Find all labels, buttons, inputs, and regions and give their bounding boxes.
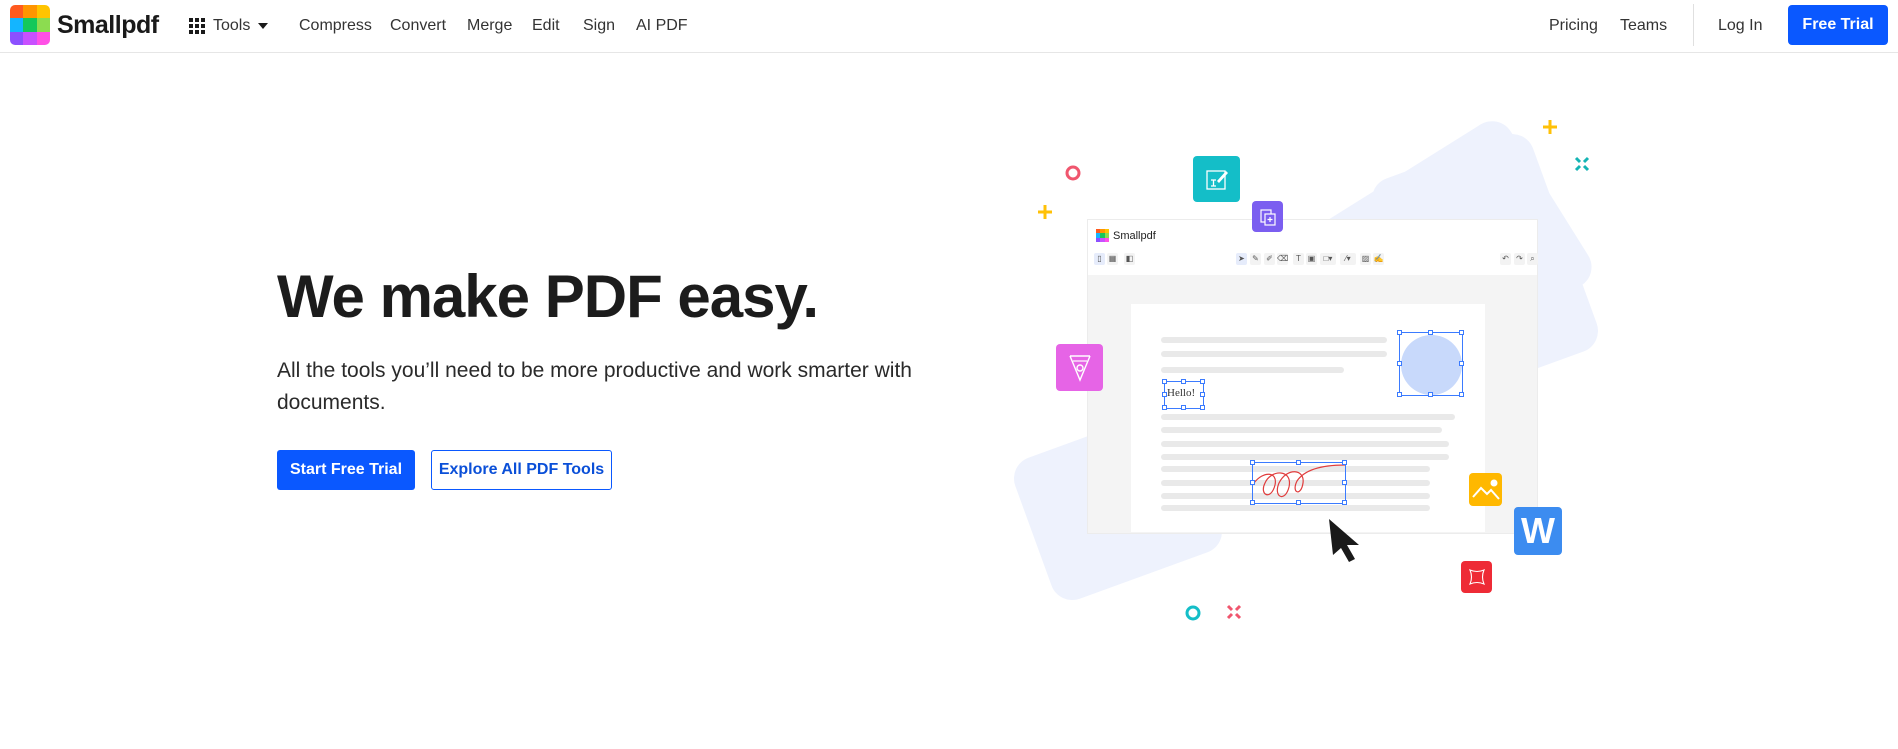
undo-icon: ↶ [1500,253,1511,265]
edit-pdf-icon [1193,156,1240,202]
hero-subtitle: All the tools you’ll need to be more pro… [277,359,912,414]
nav-link-compress[interactable]: Compress [299,0,372,52]
window-title: Smallpdf [1113,229,1156,242]
circle-decoration-icon [1065,165,1081,181]
select-tool-icon: ➤ [1236,253,1247,265]
logo-tile [36,18,50,32]
line-tool-icon: ⁄▾ [1340,253,1356,265]
resize-handle[interactable] [1250,460,1255,465]
nav-divider [1693,4,1694,46]
sign-pen-icon [1056,344,1103,391]
merge-pdf-icon [1252,201,1283,232]
editor-toolbar: ▯ ▦ ◧ ➤ ✎ ✐ ⌫ T ▣ □▾ ⁄▾ ▨ ✍ ↶ ↷ ⌕ [1088,253,1538,267]
plus-decoration-icon [1543,120,1557,134]
resize-handle[interactable] [1162,379,1167,384]
nav-link-edit[interactable]: Edit [532,0,560,52]
resize-handle[interactable] [1162,405,1167,410]
mini-logo-icon [1096,229,1109,242]
nav-link-merge[interactable]: Merge [467,0,512,52]
circle-shape-selection[interactable] [1397,330,1464,397]
resize-handle[interactable] [1181,379,1186,384]
nav-link-ai-pdf[interactable]: AI PDF [636,0,688,52]
logo-tile [10,31,24,45]
resize-handle[interactable] [1200,379,1205,384]
sign-tool-icon: ✍ [1373,253,1384,265]
redo-icon: ↷ [1514,253,1525,265]
start-free-trial-button[interactable]: Start Free Trial [277,450,415,490]
resize-handle[interactable] [1296,500,1301,505]
crop-icon [1461,561,1492,593]
logo-tile [10,5,24,19]
resize-handle[interactable] [1342,480,1347,485]
circle-shape [1401,335,1462,395]
login-link[interactable]: Log In [1718,0,1762,52]
word-icon: W [1514,507,1562,555]
resize-handle[interactable] [1342,500,1347,505]
free-trial-button[interactable]: Free Trial [1788,5,1888,45]
logo-grid-icon [10,5,50,45]
resize-handle[interactable] [1397,392,1402,397]
hero-title: We make PDF easy. [277,263,819,330]
logo-tile [36,5,50,19]
x-decoration-icon [1574,156,1590,172]
resize-handle[interactable] [1428,330,1433,335]
resize-handle[interactable] [1459,361,1464,366]
resize-handle[interactable] [1428,392,1433,397]
logo-text: Smallpdf [57,10,159,39]
x-decoration-icon [1226,604,1242,620]
resize-handle[interactable] [1459,392,1464,397]
nav-link-pricing[interactable]: Pricing [1549,0,1598,52]
resize-handle[interactable] [1459,330,1464,335]
logo-tile [23,5,37,19]
stamp-icon: ▣ [1306,253,1317,265]
image-icon [1469,473,1502,506]
text-annotation-selection[interactable]: Hello! [1162,379,1205,410]
highlighter-icon: ✐ [1264,253,1275,265]
eraser-icon: ⌫ [1277,253,1289,265]
resize-handle[interactable] [1342,460,1347,465]
logo-tile [10,18,24,32]
view-single-icon: ▯ [1094,253,1105,265]
signature-scribble-icon [1253,464,1346,498]
nav-link-teams[interactable]: Teams [1620,0,1667,52]
resize-handle[interactable] [1162,392,1167,397]
view-grid-icon: ▦ [1107,253,1118,265]
text-tool-icon: T [1293,253,1304,265]
shape-tool-icon: □▾ [1320,253,1336,265]
resize-handle[interactable] [1200,392,1205,397]
resize-handle[interactable] [1250,480,1255,485]
nav-link-convert[interactable]: Convert [390,0,446,52]
image-tool-icon: ▨ [1360,253,1371,265]
logo-tile [1104,237,1109,242]
logo-tile [36,31,50,45]
resize-handle[interactable] [1200,405,1205,410]
plus-decoration-icon [1038,205,1052,219]
resize-handle[interactable] [1397,330,1402,335]
smallpdf-logo[interactable]: Smallpdf [10,5,159,45]
document-page: Hello! [1131,304,1485,532]
pen-tool-icon: ✎ [1250,253,1261,265]
top-navigation: Smallpdf Tools Compress Convert Merge Ed… [0,0,1898,53]
resize-handle[interactable] [1296,460,1301,465]
hello-text: Hello! [1167,387,1196,399]
resize-handle[interactable] [1397,361,1402,366]
chevron-down-icon [258,23,269,29]
tools-menu-button[interactable]: Tools [189,0,269,52]
tools-label: Tools [213,17,251,34]
mouse-cursor-icon [1329,519,1359,562]
logo-tile [23,31,37,45]
signature-selection[interactable] [1250,460,1347,505]
resize-handle[interactable] [1250,500,1255,505]
sidebar-icon: ◧ [1124,253,1135,265]
search-icon: ⌕ [1527,253,1538,265]
circle-decoration-icon [1185,605,1201,621]
explore-tools-button[interactable]: Explore All PDF Tools [431,450,612,490]
logo-tile [23,18,37,32]
nav-link-sign[interactable]: Sign [583,0,615,52]
apps-grid-icon [189,18,205,34]
resize-handle[interactable] [1181,405,1186,410]
